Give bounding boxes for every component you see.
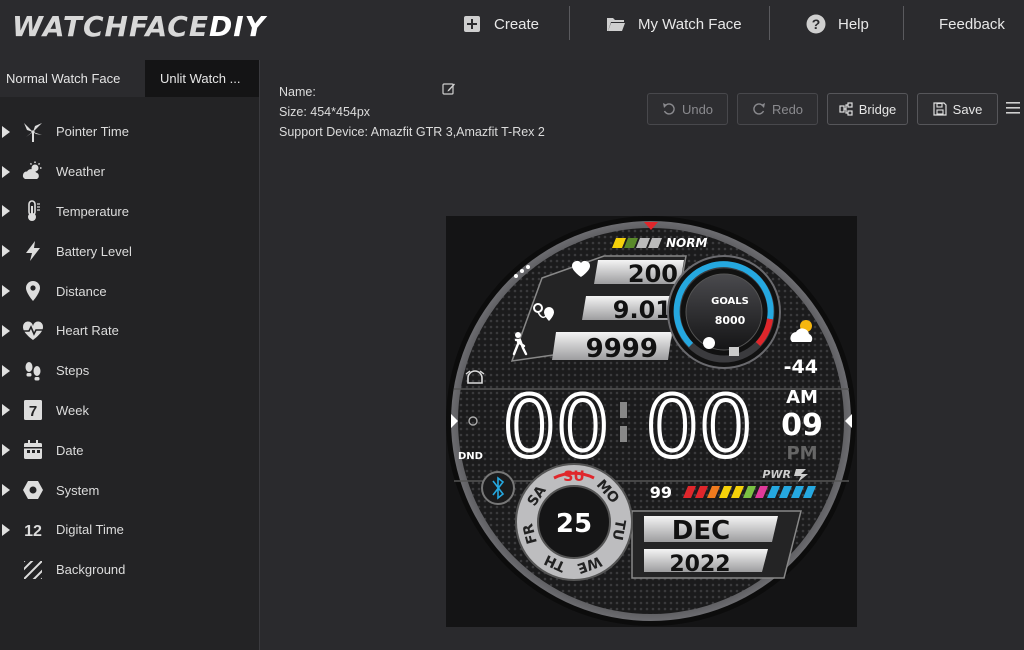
caret-right-icon: [2, 285, 10, 298]
undo-button[interactable]: Undo: [647, 93, 728, 125]
caret-right-icon: [2, 205, 10, 218]
menu-item-pointer-time[interactable]: Pointer Time: [0, 112, 259, 152]
bridge-icon: [839, 102, 853, 116]
digital-time-icon: 12: [22, 519, 44, 541]
bridge-button[interactable]: Bridge: [827, 93, 908, 125]
save-icon: [933, 102, 947, 116]
battery-value: 99: [650, 483, 672, 502]
menu-item-background[interactable]: Background: [0, 550, 259, 590]
caret-right-icon: [2, 364, 10, 377]
temperature-value: -44: [784, 356, 818, 378]
week-icon: 7: [22, 399, 44, 421]
calendar-icon: [22, 439, 44, 461]
pinwheel-icon: [22, 121, 44, 143]
menu-item-date[interactable]: Date: [0, 430, 259, 470]
am-label: AM: [786, 387, 818, 408]
menu-item-digital-time[interactable]: 12 Digital Time: [0, 510, 259, 550]
menu-item-heart-rate[interactable]: Heart Rate: [0, 311, 259, 351]
nav-divider: [569, 6, 570, 40]
caret-right-icon: [2, 245, 10, 258]
name-row: Name:: [279, 85, 316, 99]
year-value: 2022: [669, 552, 730, 577]
help-icon: ?: [806, 14, 826, 34]
svg-text:?: ?: [812, 16, 821, 32]
menu-item-distance[interactable]: Distance: [0, 271, 259, 311]
footprints-icon: [22, 360, 44, 382]
minutes-value: 00: [646, 378, 753, 476]
goals-value: 8000: [715, 314, 746, 327]
distance-value: 9.01: [613, 296, 672, 324]
lightning-icon: [22, 240, 44, 262]
seconds-value: 09: [781, 408, 823, 443]
battery-level-bars: [683, 486, 816, 498]
watch-face: NORM 200 9.01 9999 GOALS 8000 -44 00 00 …: [446, 216, 856, 626]
undo-icon: [662, 102, 676, 116]
caret-right-icon: [2, 125, 10, 138]
heart-rate-icon: [22, 320, 44, 342]
location-pin-icon: [22, 280, 44, 302]
goals-label: GOALS: [711, 296, 749, 307]
bluetooth-icon: [481, 471, 515, 505]
redo-icon: [752, 102, 766, 116]
pm-label: PM: [786, 443, 817, 464]
sidebar: Normal Watch Face Unlit Watch ... Pointe…: [0, 60, 260, 650]
background-icon: [22, 559, 44, 581]
editor-area: Name: Size: 454*454px Support Device: Am…: [261, 60, 1024, 650]
goals-gauge: GOALS 8000: [667, 255, 781, 369]
help-button[interactable]: ? Help: [806, 0, 869, 48]
menu-item-temperature[interactable]: Temperature: [0, 192, 259, 232]
feedback-button[interactable]: Feedback: [939, 0, 1005, 48]
folder-open-icon: [606, 14, 626, 34]
nav-divider: [769, 6, 770, 40]
weather-icon: [22, 161, 44, 183]
dnd-label: DND: [458, 451, 483, 462]
tab-normal-watch-face[interactable]: Normal Watch Face: [0, 60, 145, 97]
component-menu: Pointer Time Weather Temperature Battery…: [0, 112, 259, 590]
svg-text:7: 7: [29, 403, 37, 420]
menu-item-weather[interactable]: Weather: [0, 152, 259, 192]
day-value: 25: [556, 509, 592, 539]
menu-item-week[interactable]: 7 Week: [0, 391, 259, 431]
mode-label: NORM: [666, 236, 707, 250]
heart-rate-value: 200: [628, 260, 678, 288]
support-device-row: Support Device: Amazfit GTR 3,Amazfit T-…: [279, 125, 545, 139]
hours-value: 00: [503, 378, 610, 476]
caret-right-icon: [2, 324, 10, 337]
steps-value: 9999: [586, 334, 658, 364]
menu-icon[interactable]: [1006, 101, 1020, 115]
weekday-label: SU: [563, 469, 584, 485]
svg-text:12: 12: [24, 522, 42, 540]
create-button[interactable]: Create: [462, 0, 539, 48]
caret-right-icon: [2, 444, 10, 457]
redo-button[interactable]: Redo: [737, 93, 818, 125]
top-bar: WATCHFACEDIY Create My Watch Face ? Help…: [0, 0, 1024, 60]
save-button[interactable]: Save: [917, 93, 998, 125]
power-label: PWR: [762, 468, 791, 481]
nav-divider: [903, 6, 904, 40]
menu-item-system[interactable]: System: [0, 470, 259, 510]
weekday-dial: SU MO TU WE TH FR SA 25: [515, 463, 633, 581]
month-value: DEC: [672, 516, 730, 546]
system-icon: [22, 479, 44, 501]
app-logo: WATCHFACEDIY: [12, 10, 266, 43]
tab-unlit-watch-face[interactable]: Unlit Watch ...: [145, 60, 259, 97]
menu-item-battery-level[interactable]: Battery Level: [0, 231, 259, 271]
my-watch-face-button[interactable]: My Watch Face: [606, 0, 742, 48]
watch-face-info: Name: Size: 454*454px Support Device: Am…: [279, 82, 545, 142]
caret-right-icon: [2, 523, 10, 536]
edit-name-icon[interactable]: [442, 82, 456, 96]
caret-right-icon: [2, 484, 10, 497]
size-row: Size: 454*454px: [279, 105, 371, 119]
caret-right-icon: [2, 404, 10, 417]
tab-bar: Normal Watch Face Unlit Watch ...: [0, 60, 259, 97]
watch-preview: NORM 200 9.01 9999 GOALS 8000 -44 00 00 …: [446, 216, 857, 627]
menu-item-steps[interactable]: Steps: [0, 351, 259, 391]
plus-square-icon: [462, 14, 482, 34]
caret-right-icon: [2, 165, 10, 178]
thermometer-icon: [22, 200, 44, 222]
